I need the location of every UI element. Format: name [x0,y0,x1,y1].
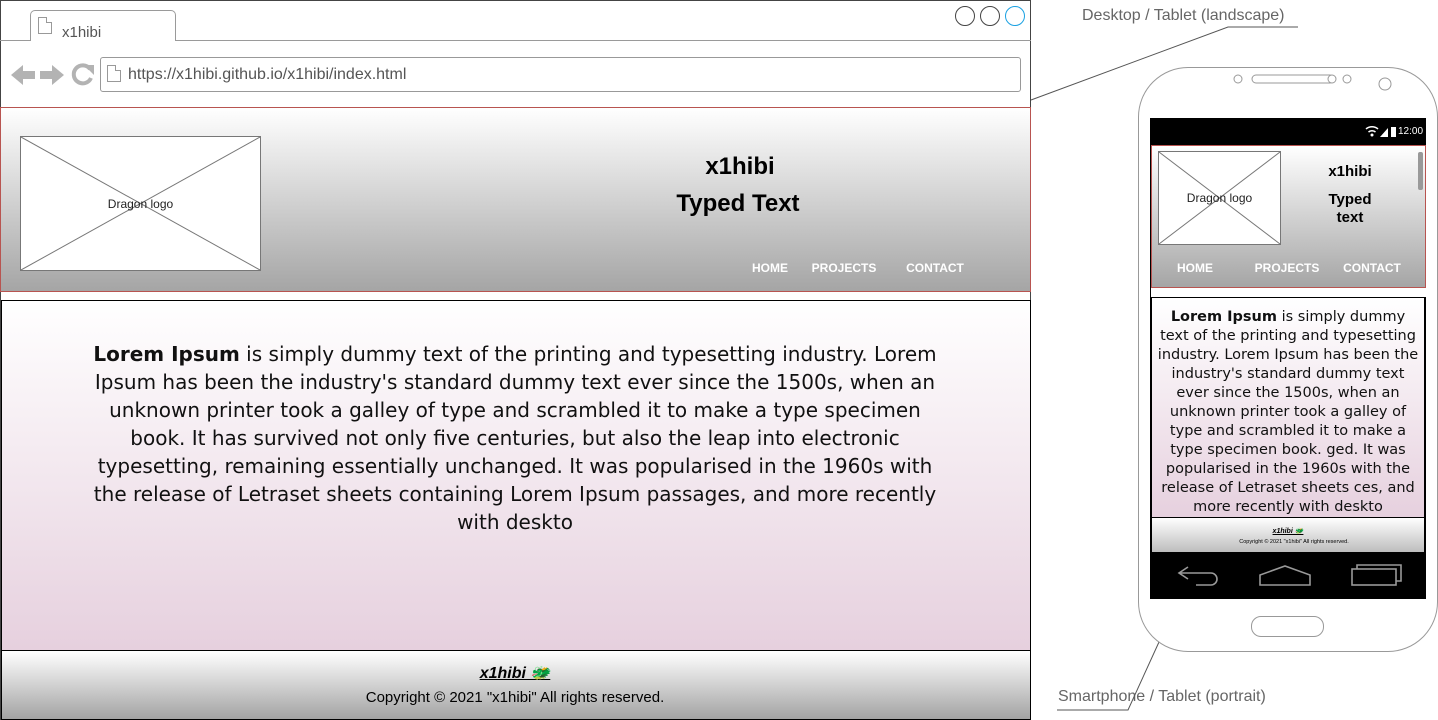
phone-site-footer [1151,517,1425,553]
phone-nav-projects[interactable]: PROJECTS [1247,261,1327,275]
android-back-icon[interactable] [1176,563,1222,587]
window-close-button[interactable] [1005,6,1025,26]
footer-copyright: Copyright © 2021 "x1hibi" All rights res… [365,689,665,706]
phone-logo-placeholder: Dragon logo [1158,151,1281,245]
callout-desktop-label: Desktop / Tablet (landscape) [1082,7,1285,24]
site-title: x1hibi [705,153,775,180]
phone-content-body: is simply dummy text of the printing and… [1157,309,1419,515]
phone-content-lead: Lorem Ipsum [1170,309,1277,325]
page-icon [107,65,121,82]
phone-top-details [1233,74,1392,91]
phone-typed-text: Typed text [1328,191,1372,226]
site-footer [1,650,1031,720]
content-paragraph: Lorem Ipsum is simply dummy text of the … [80,340,950,536]
window-minimize-button[interactable] [955,6,975,26]
nav-contact[interactable]: CONTACT [895,261,975,275]
wifi-icon [1365,125,1396,137]
typed-text: Typed Text [676,190,800,217]
android-home-icon[interactable] [1258,563,1312,587]
phone-footer-copyright: Copyright © 2021 "x1hibi" All rights res… [1239,539,1349,545]
page-icon [38,17,52,34]
back-arrow-icon[interactable] [10,63,36,87]
status-time: 12:00 [1398,126,1424,137]
tab-title: x1hibi [62,24,102,41]
window-maximize-button[interactable] [980,6,1000,26]
phone-footer-brand-link[interactable]: x1hibi 🐲 [1238,527,1338,535]
android-recents-icon[interactable] [1350,561,1404,587]
phone-nav-contact[interactable]: CONTACT [1332,261,1412,275]
content-lead: Lorem Ipsum [93,342,240,366]
phone-nav-home[interactable]: HOME [1165,261,1225,275]
logo-placeholder: Dragon logo [20,136,261,271]
phone-content-paragraph: Lorem Ipsum is simply dummy text of the … [1156,308,1420,517]
reload-icon[interactable] [70,62,95,87]
callout-phone-label: Smartphone / Tablet (portrait) [1058,688,1266,705]
forward-arrow-icon[interactable] [39,63,65,87]
content-body: is simply dummy text of the printing and… [93,342,937,534]
phone-site-title: x1hibi [1328,163,1372,180]
logo-label: Dragon logo [107,196,174,211]
nav-projects[interactable]: PROJECTS [804,261,884,275]
nav-home[interactable]: HOME [740,261,800,275]
phone-home-button[interactable] [1251,616,1324,637]
phone-scrollbar[interactable] [1418,152,1423,190]
footer-brand-link[interactable]: x1hibi 🐲 [415,663,615,683]
phone-logo-label: Dragon logo [1186,191,1253,205]
url-text: https://x1hibi.github.io/x1hibi/index.ht… [128,66,407,83]
